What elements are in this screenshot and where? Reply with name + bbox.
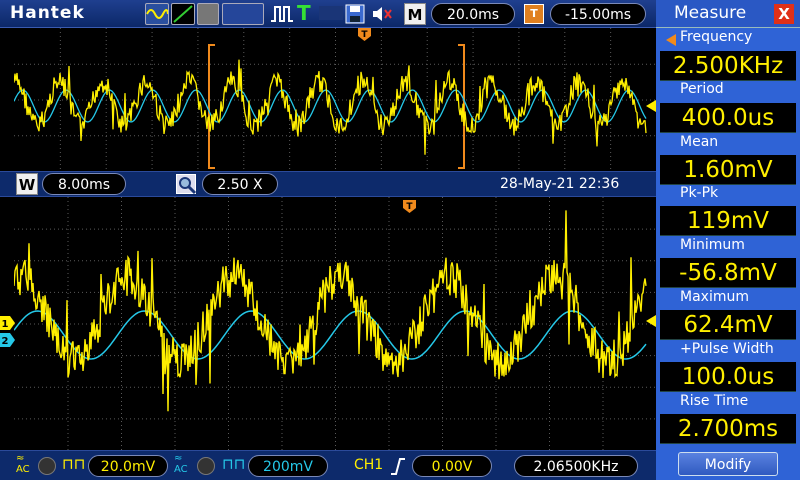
- ch1-invert-icon[interactable]: ⊓⊓: [62, 455, 85, 473]
- measure-value-mean: 1.60mV: [660, 155, 796, 185]
- trigger-source[interactable]: CH1: [354, 457, 383, 473]
- measure-value-rise-time: 2.700ms: [660, 414, 796, 444]
- overview-trigger-level-marker: [646, 100, 656, 112]
- window-timebase-label: W: [16, 173, 38, 195]
- waveform-icon[interactable]: [145, 3, 169, 25]
- ch1-bandwidth-icon[interactable]: [38, 457, 56, 475]
- measure-value-frequency: 2.500KHz: [660, 51, 796, 81]
- main-timebase-label: M: [404, 3, 426, 25]
- measure-label-pulse-width: +Pulse Width: [680, 341, 774, 357]
- zoom-factor-value[interactable]: 2.50 X: [202, 173, 278, 195]
- main-trigger-marker: T: [403, 200, 416, 213]
- ch2-marker[interactable]: 2: [0, 333, 16, 347]
- measure-value-minimum: -56.8mV: [660, 258, 796, 288]
- rising-edge-icon[interactable]: [390, 456, 406, 476]
- close-icon[interactable]: X: [774, 4, 794, 24]
- vector-mode-icon[interactable]: [171, 3, 195, 25]
- persistence-icon[interactable]: [197, 3, 219, 25]
- trigger-position-icon: T: [524, 4, 544, 24]
- main-trigger-label: T: [406, 202, 413, 212]
- brand-logo: Hantek: [10, 3, 85, 23]
- measure-label-mean: Mean: [680, 134, 719, 150]
- main-waveform-display[interactable]: T: [14, 197, 656, 450]
- ch1-coupling-icon[interactable]: ≈ AC: [16, 453, 30, 475]
- save-icon[interactable]: [345, 4, 365, 24]
- main-timebase-value[interactable]: 20.0ms: [431, 3, 515, 25]
- frequency-counter: 2.06500KHz: [514, 455, 638, 477]
- pulse-icon[interactable]: [270, 4, 294, 24]
- overview-ch1-trace: [14, 59, 647, 155]
- overview-waveform-display[interactable]: T: [14, 28, 656, 171]
- overview-trigger-label: T: [361, 30, 368, 40]
- usb-icon: [319, 6, 343, 20]
- ch1-marker[interactable]: 1: [0, 316, 16, 330]
- measure-label-minimum: Minimum: [680, 237, 745, 253]
- trigger-offset-value[interactable]: -15.00ms: [550, 3, 646, 25]
- trigger-level[interactable]: 0.00V: [412, 455, 492, 477]
- ch2-coupling-icon[interactable]: ≈ AC: [174, 453, 188, 475]
- ch1-volts-div[interactable]: 20.0mV: [88, 455, 168, 477]
- main-trigger-level-marker: [646, 315, 656, 327]
- measure-panel-title: Measure: [674, 3, 747, 23]
- measure-panel: Measure X Frequency 2.500KHz Period 400.…: [656, 0, 800, 480]
- source-arrow-icon: [664, 32, 678, 46]
- speaker-icon[interactable]: [370, 4, 394, 24]
- measure-label-period: Period: [680, 81, 724, 97]
- measure-panel-header: Measure X: [656, 0, 800, 28]
- measure-value-pkpk: 119mV: [660, 206, 796, 236]
- channel-status-bar: ≈ AC ⊓⊓ 20.0mV ≈ AC ⊓⊓ 200mV CH1 0.00V 2.0…: [0, 450, 656, 480]
- measure-value-maximum: 62.4mV: [660, 310, 796, 340]
- overview-trigger-marker: T: [358, 28, 371, 41]
- ch2-invert-icon[interactable]: ⊓⊓: [222, 455, 245, 473]
- ch2-volts-div[interactable]: 200mV: [248, 455, 328, 477]
- measure-source-label: Frequency: [680, 29, 753, 45]
- date-time: 28-May-21 22:36: [500, 176, 620, 192]
- main-ch2-trace: [14, 310, 647, 360]
- modify-button[interactable]: Modify: [678, 452, 778, 476]
- main-grid: [14, 197, 655, 450]
- magnifier-icon: [176, 174, 197, 195]
- measure-label-rise-time: Rise Time: [680, 393, 749, 409]
- ch2-bandwidth-icon[interactable]: [197, 457, 215, 475]
- measure-value-pulse-width: 100.0us: [660, 362, 796, 392]
- svg-text:2: 2: [2, 336, 9, 347]
- zoom-window-bar: W 8.00ms 2.50 X 28-May-21 22:36: [0, 171, 656, 197]
- trigger-status-icon: T: [297, 1, 311, 25]
- measure-value-period: 400.0us: [660, 103, 796, 133]
- window-timebase-value[interactable]: 8.00ms: [42, 173, 126, 195]
- status-indicator: [222, 3, 264, 25]
- main-ch1-trace: [14, 210, 647, 412]
- svg-text:1: 1: [2, 319, 9, 330]
- measure-label-pkpk: Pk-Pk: [680, 185, 719, 201]
- measure-label-maximum: Maximum: [680, 289, 749, 305]
- top-toolbar: Hantek T M 20.0ms T -15.00ms: [0, 0, 656, 28]
